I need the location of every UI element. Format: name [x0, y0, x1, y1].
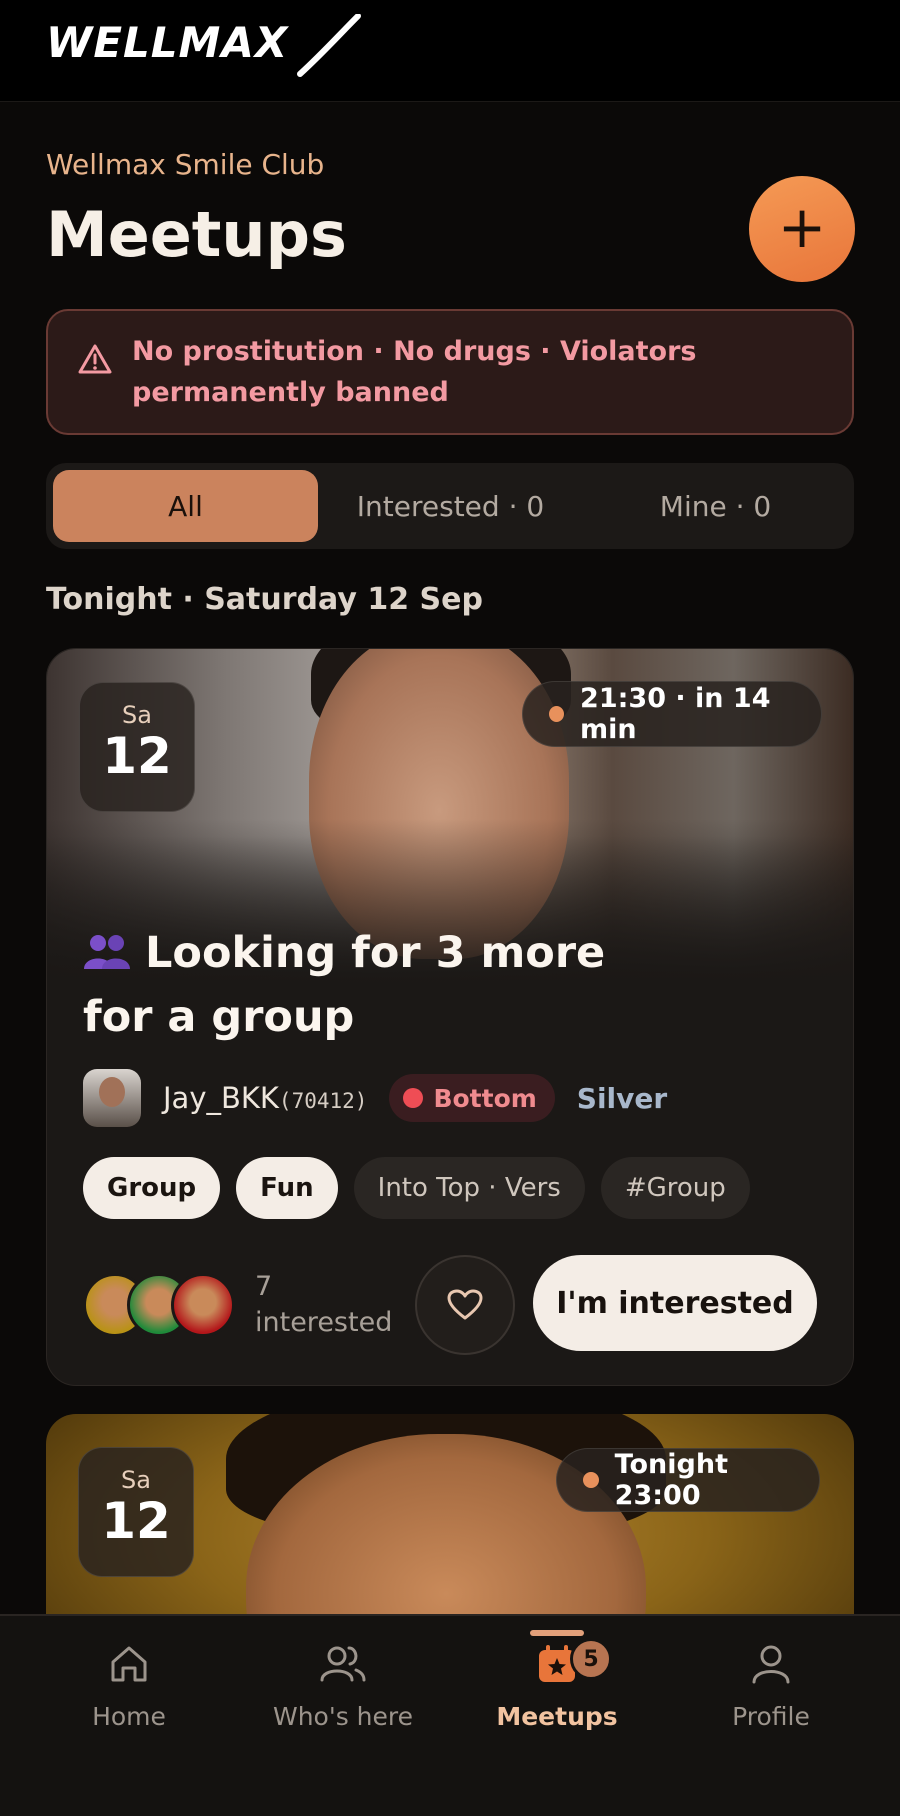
tab-all[interactable]: All	[53, 470, 318, 542]
time-text: 21:30 · in 14 min	[580, 683, 771, 745]
author-id: (70412)	[278, 1089, 368, 1113]
nav-home[interactable]: Home	[29, 1642, 229, 1731]
card-actions: 7 interested I'm interested	[83, 1253, 823, 1355]
tag-chip: Fun	[236, 1157, 338, 1219]
section-date-heading: Tonight · Saturday 12 Sep	[46, 582, 483, 617]
tag-chip: Into Top · Vers	[353, 1157, 585, 1219]
tab-mine[interactable]: Mine · 0	[583, 470, 848, 542]
meetup-title-text: Looking for 3 more for a group	[83, 928, 606, 1042]
interested-count: 7 interested	[255, 1271, 393, 1338]
meetup-title: Looking for 3 more for a group	[83, 921, 683, 1049]
filter-tabs: All Interested · 0 Mine · 0	[46, 463, 854, 549]
role-badge: Bottom	[389, 1074, 555, 1122]
status-dot	[583, 1472, 599, 1488]
date-day: 12	[101, 1492, 171, 1550]
nav-meetups[interactable]: Meetups	[457, 1642, 657, 1731]
bottom-navigation: Home Who's here Meetups Profile	[0, 1614, 900, 1816]
time-pill: 21:30 · in 14 min	[522, 681, 822, 747]
time-text: Tonight 23:00	[614, 1449, 728, 1511]
users-icon	[320, 1646, 366, 1682]
warning-triangle-icon	[78, 344, 112, 374]
wellmax-logo[interactable]: WELLMAX	[46, 18, 288, 67]
tab-interested[interactable]: Interested · 0	[318, 470, 583, 542]
plus-icon: +	[777, 193, 827, 261]
status-dot	[549, 706, 565, 722]
warning-text: No prostitution · No drugs · Violators p…	[132, 336, 697, 408]
avatar	[171, 1273, 235, 1337]
group-icon	[84, 935, 130, 969]
page-title: Meetups	[46, 198, 347, 271]
add-meetup-button[interactable]: +	[749, 176, 855, 282]
logo-swoosh-icon	[297, 14, 361, 77]
tier-label: Silver	[576, 1081, 668, 1115]
date-weekday: Sa	[121, 1466, 151, 1494]
club-name: Wellmax Smile Club	[46, 148, 325, 181]
meetups-count-badge: 5	[570, 1638, 612, 1680]
date-day: 12	[102, 727, 172, 785]
time-pill: Tonight 23:00	[556, 1448, 820, 1512]
im-interested-button[interactable]: I'm interested	[533, 1255, 817, 1351]
active-tab-indicator	[530, 1630, 584, 1636]
author-row[interactable]: Jay_BKK(70412) Bottom Silver	[83, 1069, 667, 1127]
tag-chip: #Group	[600, 1157, 750, 1219]
tag-chip: Group	[83, 1157, 221, 1219]
author-avatar[interactable]	[83, 1069, 141, 1127]
date-badge: Sa 12	[79, 682, 195, 812]
nav-whos-here[interactable]: Who's here	[243, 1642, 443, 1731]
tag-list: Group Fun Into Top · Vers #Group	[83, 1157, 750, 1219]
meetup-card[interactable]: Sa 12 21:30 · in 14 min Looking for 3 mo…	[46, 648, 854, 1386]
date-badge: Sa 12	[78, 1447, 194, 1577]
top-bar: WELLMAX	[0, 0, 900, 102]
user-icon	[752, 1645, 790, 1684]
nav-profile[interactable]: Profile	[671, 1642, 871, 1731]
rules-warning-banner: No prostitution · No drugs · Violators p…	[46, 309, 854, 435]
author-name[interactable]: Jay_BKK(70412)	[163, 1081, 367, 1115]
date-weekday: Sa	[122, 701, 152, 729]
home-icon	[111, 1646, 147, 1682]
role-dot-icon	[403, 1088, 424, 1108]
heart-icon	[447, 1289, 483, 1320]
favorite-button[interactable]	[415, 1255, 515, 1355]
